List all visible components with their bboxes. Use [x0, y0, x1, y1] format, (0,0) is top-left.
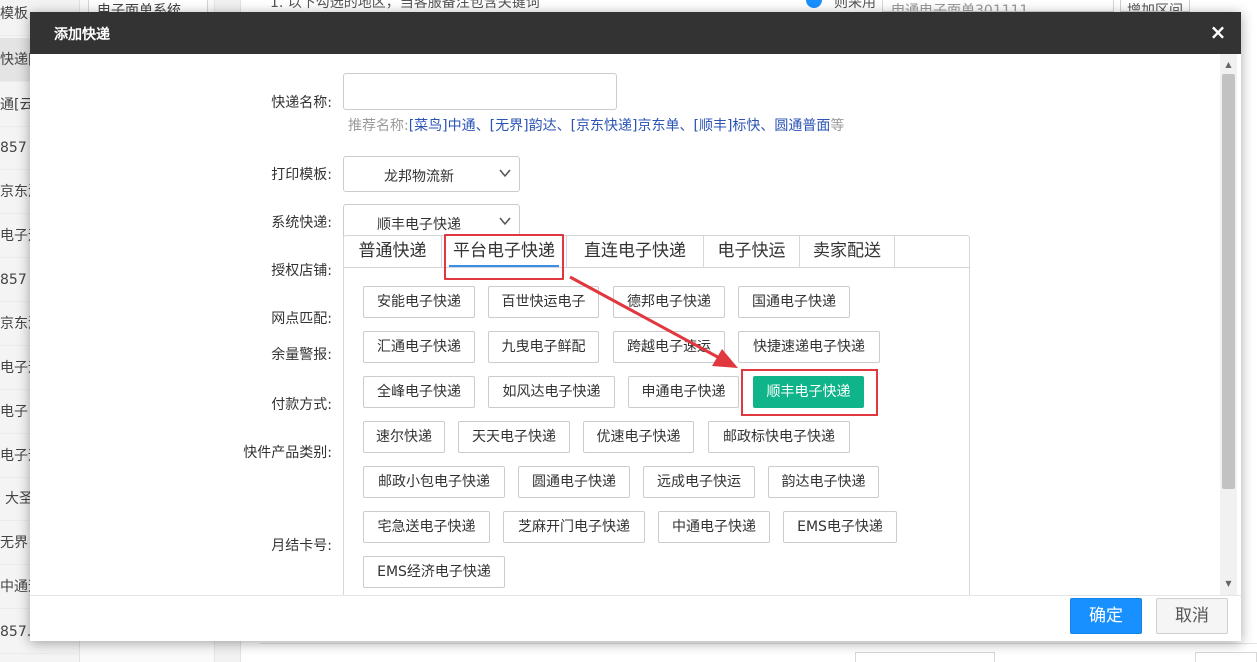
express-option[interactable]: 速尔快递 [363, 421, 445, 453]
cancel-button[interactable]: 取消 [1156, 598, 1228, 634]
hint-examples: [菜鸟]中通、[无界]韵达、[京东快递]京东单、[顺丰]标快、圆通普面 [408, 118, 831, 134]
chevron-down-icon [499, 169, 511, 178]
tab-label: 电子快运 [717, 241, 786, 261]
bg-rule-select-value: 申通电子面单301111 [891, 3, 1029, 12]
scroll-down-icon[interactable]: ▼ [1220, 577, 1237, 591]
tab-label: 卖家配送 [813, 241, 881, 261]
dialog-scrollbar[interactable]: ▲ ▼ [1220, 54, 1237, 595]
option-annotation-box [741, 369, 878, 416]
dialog-header: 添加快递 × [30, 12, 1241, 54]
express-option[interactable]: 全峰电子快递 [363, 376, 475, 408]
dialog-body: 快递名称: 推荐名称:[菜鸟]中通、[无界]韵达、[京东快递]京东单、[顺丰]标… [30, 54, 1241, 595]
express-option[interactable]: 安能电子快递 [363, 286, 475, 318]
tab-e-freight[interactable]: 电子快运 [704, 236, 800, 268]
express-option[interactable]: 邮政标快电子快递 [708, 421, 850, 453]
express-option[interactable]: 九曳电子鲜配 [488, 331, 599, 363]
bg-rule-select: 申通电子面单301111 [882, 0, 1114, 12]
bg-bottom-control [855, 652, 995, 662]
confirm-button[interactable]: 确定 [1070, 598, 1142, 634]
express-option[interactable]: 国通电子快递 [738, 286, 850, 318]
express-name-label: 快递名称: [271, 95, 332, 111]
monthly-card-label: 月结卡号: [271, 538, 332, 554]
hint-prefix: 推荐名称: [348, 118, 409, 134]
tab-seller-delivery[interactable]: 卖家配送 [800, 236, 895, 268]
product-category-label: 快件产品类别: [243, 445, 332, 461]
express-option[interactable]: 邮政小包电子快递 [363, 466, 505, 498]
express-option[interactable]: 跨越电子速运 [613, 331, 725, 363]
bg-rule-text: 1. 以下勾选的地区，当客服备注包含关键词 [270, 0, 540, 11]
print-template-value: 龙邦物流新 [384, 169, 454, 185]
system-express-label: 系统快递: [271, 215, 332, 231]
bg-divider [260, 643, 1257, 644]
payment-method-label: 付款方式: [271, 397, 332, 413]
close-icon[interactable]: × [1207, 20, 1229, 44]
express-option[interactable]: 汇通电子快递 [363, 331, 475, 363]
express-option[interactable]: 百世快运电子 [488, 286, 599, 318]
bg-rule-action: 则采用 [834, 0, 876, 11]
express-option[interactable]: 远成电子快运 [643, 466, 755, 498]
express-option[interactable]: 中通电子快递 [658, 511, 770, 543]
outlet-label: 网点匹配: [271, 311, 332, 327]
print-template-select[interactable]: 龙邦物流新 [343, 156, 520, 192]
add-express-dialog: 添加快递 × 快递名称: 推荐名称:[菜鸟]中通、[无界]韵达、[京东快递]京东… [30, 12, 1241, 641]
balance-alert-label: 余量警报: [271, 347, 332, 363]
shop-label: 授权店铺: [271, 263, 332, 279]
bg-bottom-control [1195, 652, 1257, 662]
express-option[interactable]: EMS电子快递 [783, 511, 897, 543]
express-option[interactable]: 优速电子快递 [583, 421, 694, 453]
system-express-value: 顺丰电子快递 [377, 217, 461, 233]
tab-annotation-box [444, 234, 564, 280]
express-option[interactable]: 圆通电子快递 [518, 466, 630, 498]
express-option[interactable]: 天天电子快递 [458, 421, 570, 453]
hint-suffix: 等 [830, 118, 845, 134]
tab-label: 直连电子快递 [584, 241, 686, 261]
express-option[interactable]: 宅急送电子快递 [363, 511, 490, 543]
express-option[interactable]: 如风达电子快递 [488, 376, 615, 408]
bg-add-range-button: 增加区间 [1120, 0, 1190, 12]
tab-label: 普通快递 [358, 241, 427, 261]
express-name-input[interactable] [343, 73, 617, 110]
tab-normal-express[interactable]: 普通快递 [344, 236, 442, 268]
tab-bar: 普通快递 平台电子快递 直连电子快递 电子快运 卖家配送 [344, 236, 969, 268]
express-option[interactable]: 芝麻开门电子快递 [503, 511, 645, 543]
express-option[interactable]: 快捷速递电子快递 [738, 331, 880, 363]
express-option[interactable]: 韵达电子快递 [768, 466, 879, 498]
express-option[interactable]: 申通电子快递 [628, 376, 739, 408]
scroll-thumb[interactable] [1222, 74, 1235, 489]
name-hint: 推荐名称:[菜鸟]中通、[无界]韵达、[京东快递]京东单、[顺丰]标快、圆通普面… [348, 115, 844, 135]
scroll-up-icon[interactable]: ▲ [1220, 58, 1237, 72]
tab-direct-e-express[interactable]: 直连电子快递 [567, 236, 704, 268]
dialog-footer [30, 595, 1241, 641]
dialog-title: 添加快递 [54, 27, 110, 43]
chevron-down-icon [499, 217, 511, 226]
express-option[interactable]: 德邦电子快递 [613, 286, 725, 318]
print-template-label: 打印模板: [271, 167, 332, 183]
express-option[interactable]: EMS经济电子快递 [363, 556, 505, 588]
